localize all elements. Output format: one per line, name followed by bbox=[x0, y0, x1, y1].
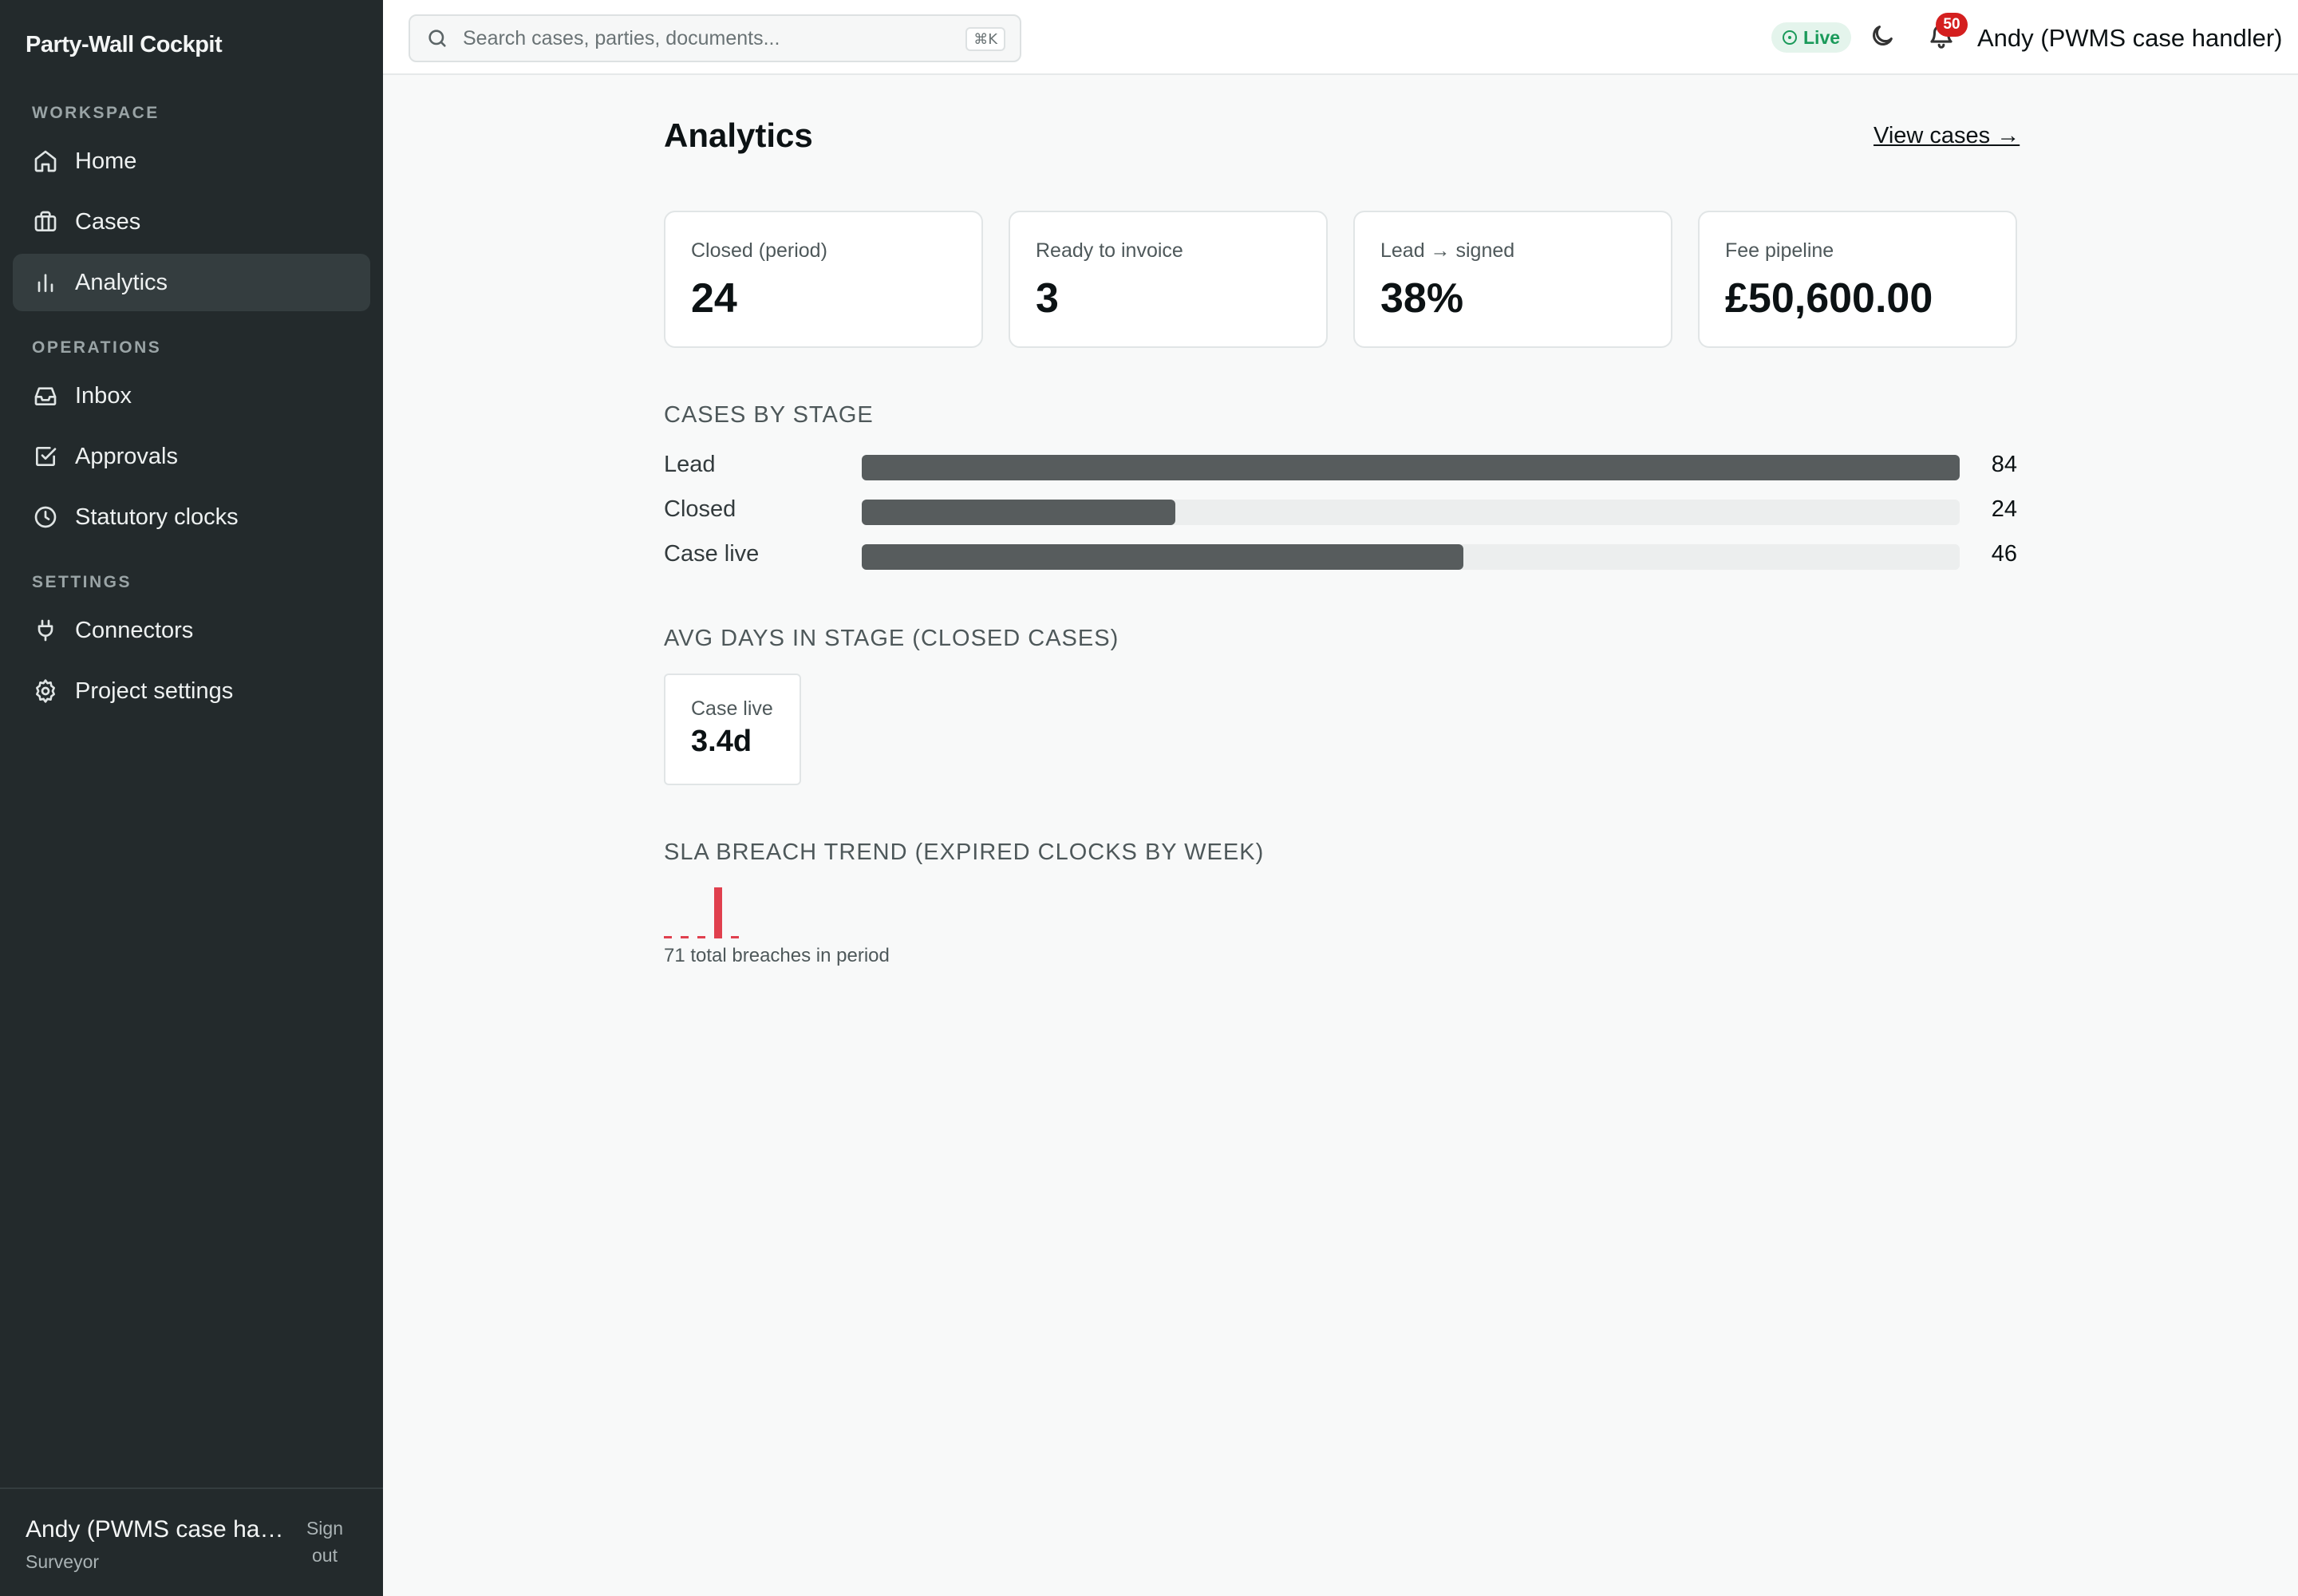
live-dot-icon bbox=[1783, 30, 1797, 45]
live-status-badge: Live bbox=[1771, 22, 1852, 53]
sla-breach-bar bbox=[681, 936, 689, 938]
sidebar-footer: Andy (PWMS case handler) Surveyor Sign o… bbox=[0, 1487, 383, 1596]
sidebar-item-inbox[interactable]: Inbox bbox=[13, 367, 370, 425]
user-menu[interactable]: Andy (PWMS case handler) bbox=[1977, 24, 2282, 53]
sidebar-item-project-settings[interactable]: Project settings bbox=[13, 662, 370, 720]
stage-bar-track bbox=[862, 544, 1960, 570]
avg-days-title: AVG DAYS IN STAGE (CLOSED CASES) bbox=[664, 626, 1119, 651]
avg-days-value: 3.4d bbox=[691, 725, 752, 758]
search-input[interactable] bbox=[463, 26, 958, 50]
cases-by-stage-title: CASES BY STAGE bbox=[664, 402, 874, 428]
stat-card-lead-signed: Lead → signed 38% bbox=[1353, 211, 1672, 348]
sla-breach-chart bbox=[664, 887, 739, 938]
sidebar: Party-Wall Cockpit WORKSPACE Home Cases … bbox=[0, 0, 383, 1596]
stage-bar-row: Case live 46 bbox=[664, 539, 2017, 571]
stage-bar-track bbox=[862, 455, 1960, 480]
stat-card-fee-pipeline: Fee pipeline £50,600.00 bbox=[1698, 211, 2017, 348]
sla-breach-bar bbox=[714, 887, 722, 938]
stage-bar-value: 84 bbox=[1991, 452, 2017, 477]
plug-icon bbox=[32, 617, 59, 644]
stage-bar-fill bbox=[862, 544, 1463, 570]
footer-user-name: Andy (PWMS case handler) bbox=[26, 1516, 289, 1543]
stat-value: 38% bbox=[1380, 275, 1464, 322]
sidebar-item-connectors[interactable]: Connectors bbox=[13, 602, 370, 659]
stat-card-closed: Closed (period) 24 bbox=[664, 211, 983, 348]
sidebar-item-cases[interactable]: Cases bbox=[13, 193, 370, 251]
nav-section-operations: OPERATIONS bbox=[32, 338, 162, 357]
stage-bar-fill bbox=[862, 455, 1960, 480]
sidebar-item-analytics[interactable]: Analytics bbox=[13, 254, 370, 311]
stat-label: Lead → signed bbox=[1380, 239, 1515, 262]
inbox-icon bbox=[32, 382, 59, 409]
stat-card-ready-to-invoice: Ready to invoice 3 bbox=[1009, 211, 1328, 348]
page-title: Analytics bbox=[664, 117, 813, 154]
footer-user-role: Surveyor bbox=[26, 1551, 100, 1572]
stage-bar-value: 24 bbox=[1991, 496, 2017, 522]
notification-count-badge: 50 bbox=[1936, 13, 1968, 37]
stage-bar-track bbox=[862, 500, 1960, 525]
stat-label: Ready to invoice bbox=[1036, 239, 1183, 262]
sign-out-button[interactable]: Sign out bbox=[292, 1515, 357, 1569]
gear-icon bbox=[32, 678, 59, 705]
sidebar-item-label: Connectors bbox=[75, 617, 194, 643]
nav-section-workspace: WORKSPACE bbox=[32, 104, 160, 122]
sidebar-item-approvals[interactable]: Approvals bbox=[13, 428, 370, 485]
sidebar-item-label: Home bbox=[75, 148, 137, 174]
sla-breach-bar bbox=[697, 936, 705, 938]
briefcase-icon bbox=[32, 208, 59, 235]
home-icon bbox=[32, 148, 59, 175]
sla-breach-bar bbox=[664, 936, 672, 938]
stage-bar-fill bbox=[862, 500, 1176, 525]
search-icon bbox=[426, 27, 448, 49]
nav-section-settings: SETTINGS bbox=[32, 573, 132, 591]
stage-bar-value: 46 bbox=[1991, 541, 2017, 567]
stage-bar-label: Closed bbox=[664, 496, 736, 522]
topbar: ⌘K Live 50 Andy (PWMS case handler) bbox=[383, 0, 2298, 75]
sidebar-item-label: Inbox bbox=[75, 382, 132, 409]
brand-title: Party-Wall Cockpit bbox=[26, 32, 223, 57]
search-box[interactable]: ⌘K bbox=[409, 14, 1021, 62]
avg-days-label: Case live bbox=[691, 697, 773, 720]
theme-toggle-button[interactable] bbox=[1869, 22, 1901, 54]
stage-bar-row: Closed 24 bbox=[664, 495, 2017, 527]
sidebar-item-label: Project settings bbox=[75, 678, 234, 704]
view-cases-link[interactable]: View cases → bbox=[1874, 123, 2020, 149]
stage-bar-row: Lead 84 bbox=[664, 450, 2017, 482]
stat-label: Fee pipeline bbox=[1725, 239, 1834, 262]
sla-breach-total: 71 total breaches in period bbox=[664, 945, 890, 966]
sidebar-item-statutory-clocks[interactable]: Statutory clocks bbox=[13, 488, 370, 546]
sidebar-item-home[interactable]: Home bbox=[13, 132, 370, 190]
stat-value: 3 bbox=[1036, 275, 1059, 322]
sla-breach-bar bbox=[731, 936, 739, 938]
stage-bar-label: Lead bbox=[664, 452, 716, 477]
clock-icon bbox=[32, 504, 59, 531]
stage-bar-label: Case live bbox=[664, 541, 760, 567]
moon-icon bbox=[1873, 26, 1893, 45]
stat-value: £50,600.00 bbox=[1725, 275, 1933, 322]
sidebar-item-label: Statutory clocks bbox=[75, 504, 239, 530]
sidebar-item-label: Approvals bbox=[75, 443, 178, 469]
avg-days-card: Case live 3.4d bbox=[664, 674, 801, 785]
sla-breach-title: SLA BREACH TREND (EXPIRED CLOCKS BY WEEK… bbox=[664, 839, 1265, 865]
live-label: Live bbox=[1803, 26, 1841, 48]
sidebar-item-label: Cases bbox=[75, 208, 141, 235]
shortcut-hint: ⌘K bbox=[965, 27, 1005, 51]
sidebar-item-label: Analytics bbox=[75, 269, 168, 295]
check-square-icon bbox=[32, 443, 59, 470]
stat-label: Closed (period) bbox=[691, 239, 827, 262]
stat-value: 24 bbox=[691, 275, 737, 322]
bar-chart-icon bbox=[32, 269, 59, 296]
